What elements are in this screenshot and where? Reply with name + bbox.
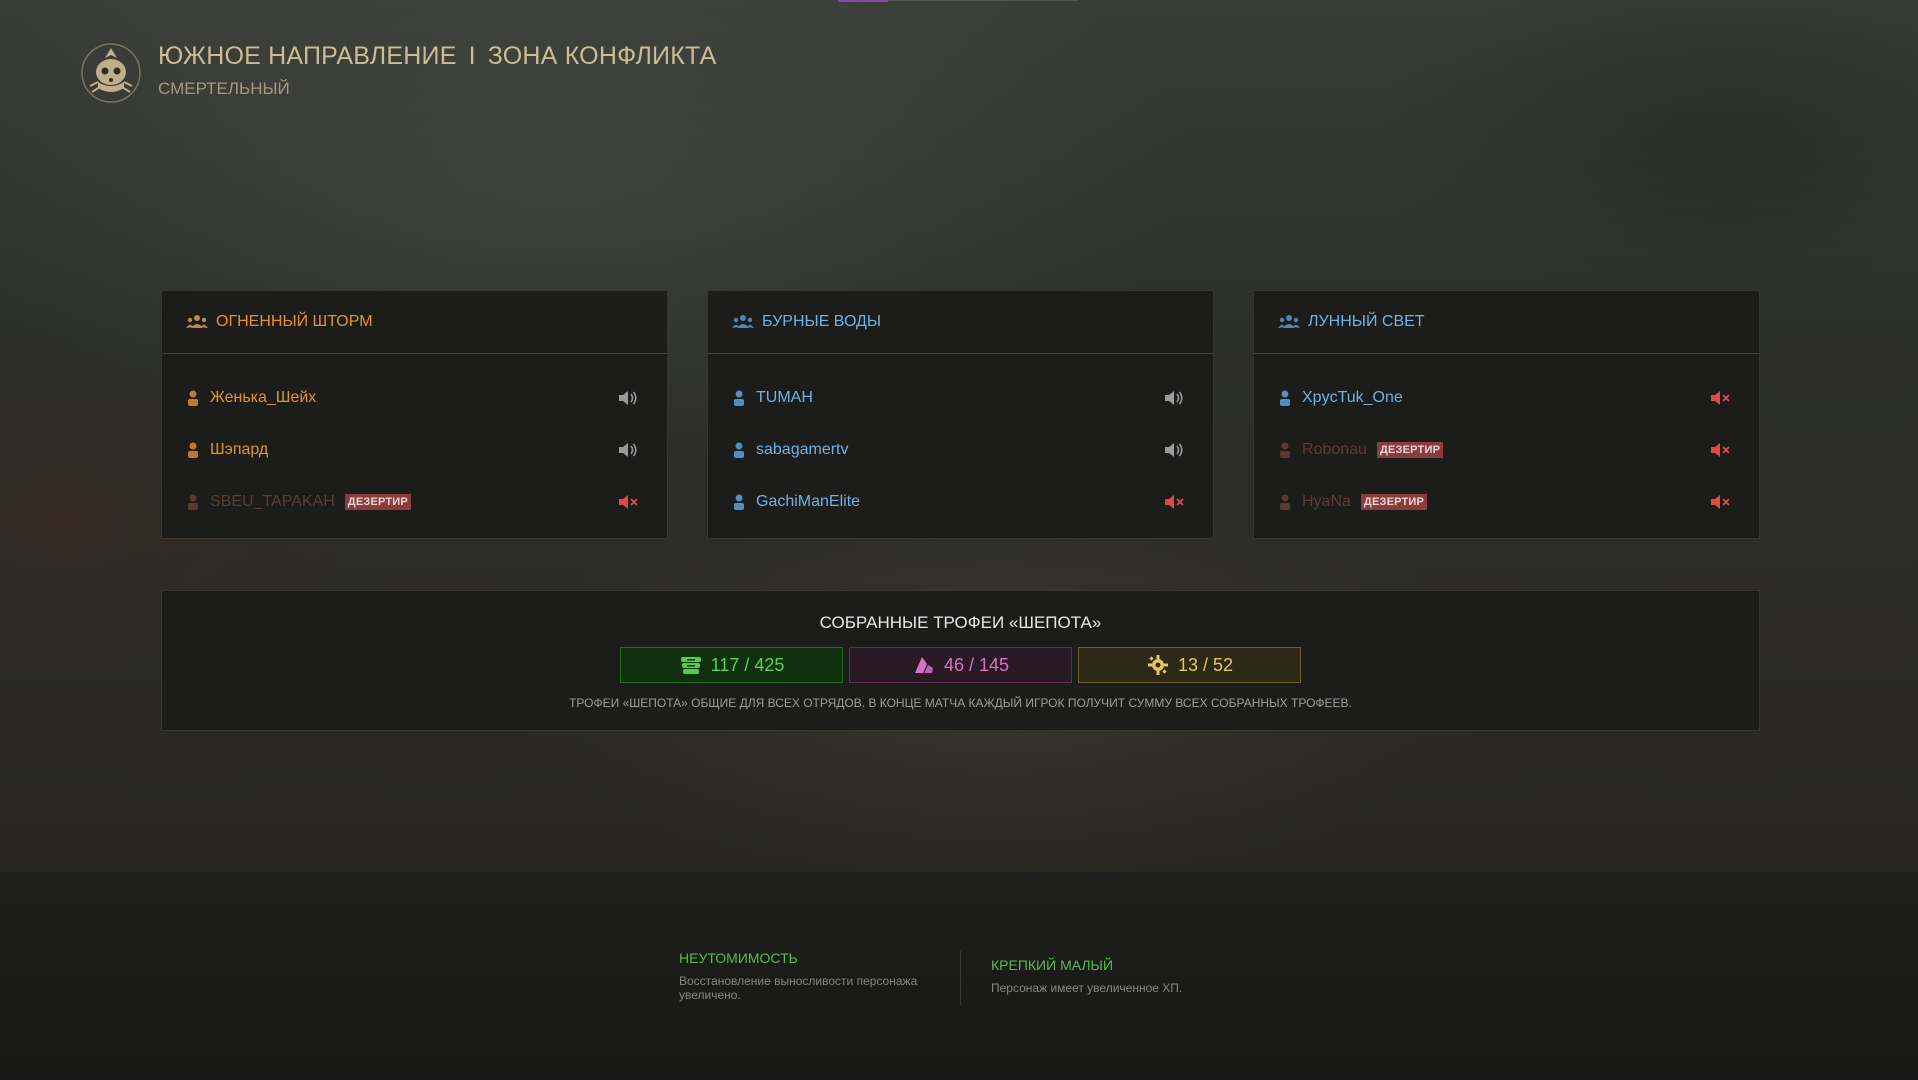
perks-bar (0, 872, 1918, 1080)
skull-emblem-icon (81, 43, 141, 103)
mission-title: ЮЖНОЕ НАПРАВЛЕНИЕ I ЗОНА КОНФЛИКТА (158, 42, 717, 71)
player-row[interactable]: sabagamertv (708, 424, 1213, 476)
player-icon (188, 390, 198, 406)
trophy-counter-stacks: 117 / 425 (620, 647, 843, 683)
player-name: XpycTuk_One (1302, 389, 1403, 406)
squad-card-lunny-svet: ЛУННЫЙ СВЕТ XpycTuk_One Robonau ДЕЗЕРТИР… (1253, 290, 1760, 539)
top-divider-line (888, 0, 1078, 1)
player-icon (734, 494, 744, 510)
trophy-counter-gears: 13 / 52 (1078, 647, 1301, 683)
squad-name: ОГНЕННЫЙ ШТОРМ (216, 313, 373, 330)
perk-description: Восстановление выносливости персонажа ув… (679, 974, 918, 1003)
speaker-muted-icon[interactable] (1709, 441, 1731, 459)
player-name: TUMAH (756, 389, 813, 406)
speaker-muted-icon[interactable] (617, 493, 639, 511)
title-separator: I (468, 42, 476, 70)
player-icon (734, 390, 744, 406)
player-icon (188, 442, 198, 458)
deserter-badge: ДЕЗЕРТИР (344, 494, 411, 510)
trophy-counter-crystals: 46 / 145 (849, 647, 1072, 683)
player-name: sabagamertv (756, 441, 849, 458)
speaker-muted-icon[interactable] (1163, 493, 1185, 511)
group-icon (186, 315, 208, 328)
player-row[interactable]: SBEU_TAPAKAH ДЕЗЕРТИР (162, 476, 667, 528)
perk-desc-line: увеличено. (679, 987, 741, 1002)
player-row[interactable]: Женька_Шейх (162, 372, 667, 424)
perk-desc-line: Персонаж имеет увеличенное ХП. (991, 981, 1183, 995)
trophies-panel: СОБРАННЫЕ ТРОФЕИ «ШЕПОТА» 117 / 425 46 /… (161, 590, 1760, 731)
player-icon (1280, 442, 1290, 458)
speaker-on-icon[interactable] (617, 441, 639, 459)
perk-title: НЕУТОМИМОСТЬ (679, 950, 798, 966)
perk-title: КРЕПКИЙ МАЛЫЙ (991, 957, 1114, 973)
top-accent-bar (838, 0, 888, 2)
squad-header: ОГНЕННЫЙ ШТОРМ (162, 291, 667, 354)
trophy-counters: 117 / 425 46 / 145 13 / 52 (162, 647, 1759, 683)
player-row[interactable]: TUMAH (708, 372, 1213, 424)
stack-icon (680, 657, 701, 674)
player-icon (734, 442, 744, 458)
speaker-muted-icon[interactable] (1709, 493, 1731, 511)
perk-desc-line: Восстановление выносливости персонажа (679, 974, 918, 988)
gear-icon (1147, 655, 1168, 675)
player-name: HyaNa (1302, 493, 1351, 510)
player-row[interactable]: Шэпард (162, 424, 667, 476)
trophy-value: 13 / 52 (1177, 654, 1234, 675)
zone-name: ЗОНА КОНФЛИКТА (487, 42, 717, 70)
group-icon (1278, 315, 1300, 328)
crystal-icon (914, 657, 933, 673)
region-name: ЮЖНОЕ НАПРАВЛЕНИЕ (158, 42, 457, 70)
player-row[interactable]: XpycTuk_One (1254, 372, 1759, 424)
squad-name: ЛУННЫЙ СВЕТ (1308, 313, 1425, 330)
trophies-title: СОБРАННЫЕ ТРОФЕИ «ШЕПОТА» (819, 613, 1102, 632)
deserter-badge: ДЕЗЕРТИР (1376, 442, 1444, 458)
perk-description: Персонаж имеет увеличенное ХП. (991, 981, 1183, 996)
player-name: GachiManElite (756, 493, 861, 510)
player-name: Женька_Шейх (210, 389, 317, 406)
speaker-on-icon[interactable] (617, 389, 639, 407)
perk-neutomimost: НЕУТОМИМОСТЬ Восстановление выносливости… (679, 950, 917, 1003)
group-icon (732, 315, 754, 328)
squad-card-ognenny-shtorm: ОГНЕННЫЙ ШТОРМ Женька_Шейх Шэпард SBEU_T… (161, 290, 668, 539)
difficulty-label: СМЕРТЕЛЬНЫЙ (158, 79, 290, 98)
squad-header: ЛУННЫЙ СВЕТ (1254, 291, 1759, 354)
player-row[interactable]: HyaNa ДЕЗЕРТИР (1254, 476, 1759, 528)
squad-card-burnye-vody: БУРНЫЕ ВОДЫ TUMAH sabagamertv GachiManEl… (707, 290, 1214, 539)
player-name: SBEU_TAPAKAH (210, 493, 335, 510)
player-row[interactable]: GachiManElite (708, 476, 1213, 528)
trophy-value: 46 / 145 (943, 654, 1010, 675)
deserter-badge: ДЕЗЕРТИР (1360, 494, 1428, 510)
trophy-value: 117 / 425 (710, 654, 785, 675)
mission-header: ЮЖНОЕ НАПРАВЛЕНИЕ I ЗОНА КОНФЛИКТА СМЕРТ… (80, 42, 717, 104)
squad-name: БУРНЫЕ ВОДЫ (762, 313, 882, 330)
player-row[interactable]: Robonau ДЕЗЕРТИР (1254, 424, 1759, 476)
player-icon (1280, 494, 1290, 510)
player-name: Шэпард (210, 441, 269, 458)
player-name: Robonau (1302, 441, 1367, 458)
trophies-note: ТРОФЕИ «ШЕПОТА» ОБЩИЕ ДЛЯ ВСЕХ ОТРЯДОВ. … (569, 696, 1352, 710)
player-icon (1280, 390, 1290, 406)
speaker-on-icon[interactable] (1163, 441, 1185, 459)
player-icon (188, 494, 198, 510)
perk-divider (960, 951, 961, 1005)
speaker-on-icon[interactable] (1163, 389, 1185, 407)
squad-header: БУРНЫЕ ВОДЫ (708, 291, 1213, 354)
perk-krepky-maly: КРЕПКИЙ МАЛЫЙ Персонаж имеет увеличенное… (991, 957, 1182, 996)
speaker-muted-icon[interactable] (1709, 389, 1731, 407)
